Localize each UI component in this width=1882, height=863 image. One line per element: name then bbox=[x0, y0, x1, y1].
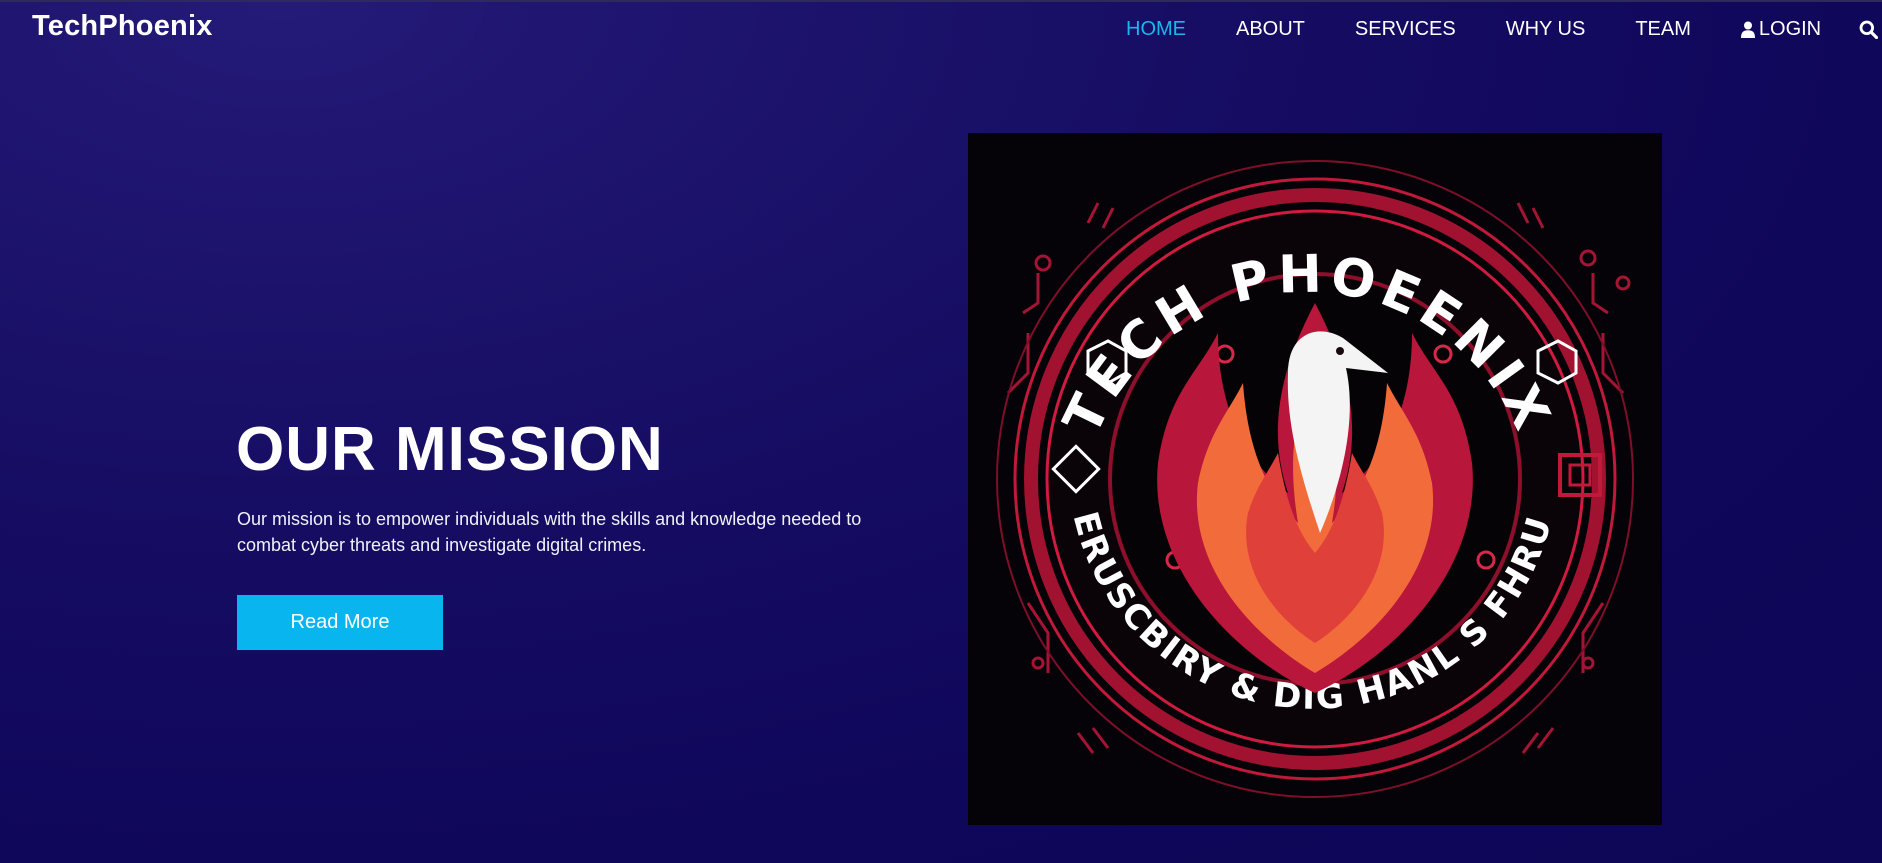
user-icon bbox=[1740, 21, 1755, 38]
login-label: LOGIN bbox=[1758, 17, 1822, 40]
brand-logo[interactable]: TechPhoenix bbox=[32, 10, 213, 43]
nav-item-why-us[interactable]: WHY US bbox=[1506, 18, 1586, 41]
nav-item-services[interactable]: SERVICES bbox=[1355, 18, 1456, 41]
search-button[interactable] bbox=[1859, 20, 1879, 39]
nav-item-about[interactable]: ABOUT bbox=[1236, 18, 1305, 41]
nav-item-team[interactable]: TEAM bbox=[1635, 18, 1691, 41]
tech-phoenix-emblem: TECH PHOEENIX CEPERUSCBIRY & DIG HANL S … bbox=[968, 133, 1662, 825]
hero-title: OUR MISSION bbox=[236, 415, 664, 484]
read-more-button[interactable]: Read More bbox=[237, 595, 443, 650]
search-icon bbox=[1859, 20, 1879, 39]
main-nav: HOME ABOUT SERVICES WHY US TEAM LOGIN bbox=[1126, 15, 1879, 43]
hero-description: Our mission is to empower individuals wi… bbox=[237, 509, 862, 555]
nav-item-home[interactable]: HOME bbox=[1126, 18, 1186, 41]
login-link[interactable]: LOGIN bbox=[1740, 17, 1822, 41]
top-border bbox=[0, 0, 1882, 2]
